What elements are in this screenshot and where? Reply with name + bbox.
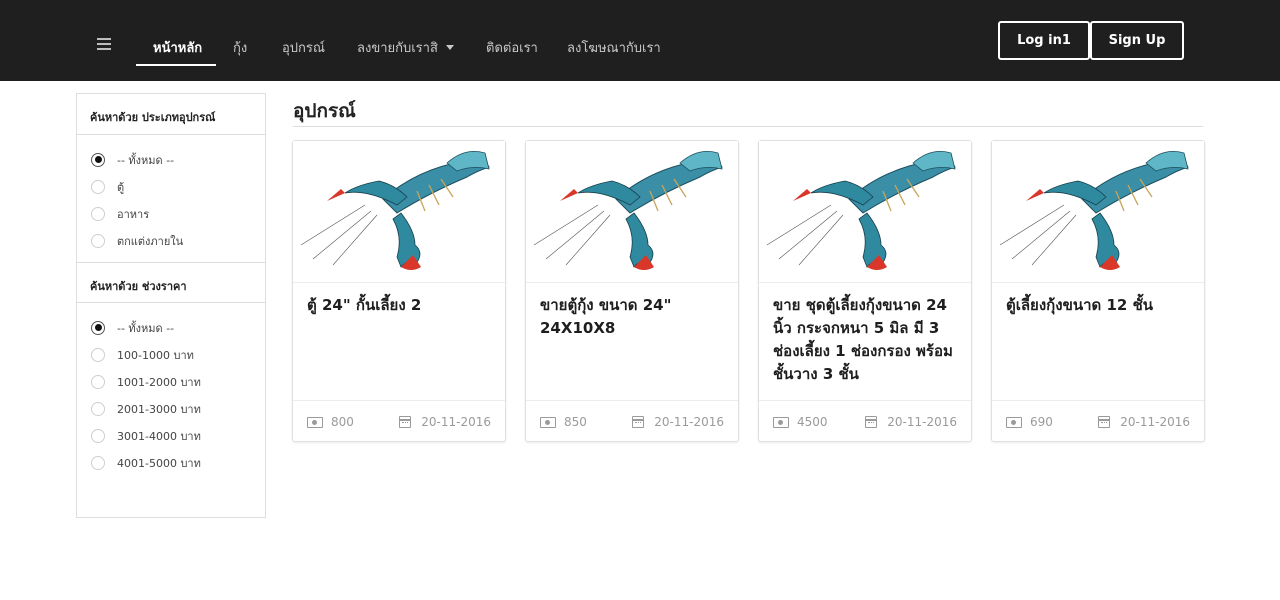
radio-button[interactable]	[91, 179, 105, 194]
price-option-3001-4000[interactable]: 3001-4000 บาท	[91, 422, 265, 449]
price-option-100-1000[interactable]: 100-1000 บาท	[91, 341, 265, 368]
card-footer: 800 20-11-2016	[293, 400, 505, 442]
nav-item-equipment[interactable]: อุปกรณ์	[282, 37, 325, 58]
post-date: 20-11-2016	[1098, 415, 1190, 429]
nav-item-home[interactable]: หน้าหลัก	[153, 37, 202, 58]
nav-item-contact[interactable]: ติดต่อเรา	[486, 37, 538, 58]
radio-button[interactable]	[91, 401, 105, 416]
product-card[interactable]: ขาย ชุดตู้เลี้ยงกุ้งขนาด 24 นิ้ว กระจกหน…	[758, 140, 972, 442]
price-filter-heading: ค้นหาด้วย ช่วงราคา	[77, 262, 265, 303]
radio-button[interactable]	[91, 374, 105, 389]
card-footer: 4500 20-11-2016	[759, 400, 971, 442]
radio-button[interactable]	[91, 455, 105, 470]
radio-label: ตกแต่งภายใน	[117, 234, 184, 248]
price: 800	[307, 415, 354, 429]
radio-button[interactable]	[91, 320, 105, 335]
type-option-all[interactable]: -- ทั้งหมด --	[91, 146, 265, 173]
radio-button[interactable]	[91, 152, 105, 167]
product-title[interactable]: ตู้เลี้ยงกุ้งขนาด 12 ชั้น	[1006, 294, 1192, 317]
signup-button[interactable]: Sign Up	[1090, 21, 1184, 60]
money-icon	[307, 416, 323, 428]
crayfish-image[interactable]	[992, 141, 1204, 283]
radio-button[interactable]	[91, 347, 105, 362]
post-date: 20-11-2016	[399, 415, 491, 429]
calendar-icon	[1098, 416, 1111, 428]
type-filter-options: -- ทั้งหมด -- ตู้ อาหาร ตกแต่งภายใน	[77, 135, 265, 262]
title-divider	[293, 126, 1203, 127]
type-option-decor[interactable]: ตกแต่งภายใน	[91, 227, 265, 254]
post-date: 20-11-2016	[865, 415, 957, 429]
chevron-down-icon	[445, 45, 454, 50]
post-date: 20-11-2016	[632, 415, 724, 429]
price: 850	[540, 415, 587, 429]
price-filter-options: -- ทั้งหมด -- 100-1000 บาท 1001-2000 บาท…	[77, 303, 265, 484]
filter-sidebar: ค้นหาด้วย ประเภทอุปกรณ์ -- ทั้งหมด -- ตู…	[76, 93, 266, 518]
card-footer: 690 20-11-2016	[992, 400, 1204, 442]
price-option-2001-3000[interactable]: 2001-3000 บาท	[91, 395, 265, 422]
money-icon	[773, 416, 789, 428]
login-button[interactable]: Log in1	[998, 21, 1090, 60]
crayfish-image[interactable]	[526, 141, 738, 283]
nav-item-advertise[interactable]: ลงโฆษณากับเรา	[567, 37, 661, 58]
radio-button[interactable]	[91, 233, 105, 248]
crayfish-image[interactable]	[759, 141, 971, 283]
radio-label: 1001-2000 บาท	[117, 375, 201, 389]
calendar-icon	[632, 416, 645, 428]
card-footer: 850 20-11-2016	[526, 400, 738, 442]
date-value: 20-11-2016	[421, 415, 491, 429]
price-option-1001-2000[interactable]: 1001-2000 บาท	[91, 368, 265, 395]
price-value: 690	[1030, 415, 1053, 429]
radio-button[interactable]	[91, 206, 105, 221]
price-value: 800	[331, 415, 354, 429]
type-option-tank[interactable]: ตู้	[91, 173, 265, 200]
money-icon	[1006, 416, 1022, 428]
nav-active-indicator	[136, 64, 216, 66]
money-icon	[540, 416, 556, 428]
page-title: อุปกรณ์	[293, 100, 356, 122]
product-card[interactable]: ตู้ 24" กั้นเลี้ยง 2 800 20-11-2016	[292, 140, 506, 442]
hamburger-icon[interactable]	[97, 38, 111, 50]
radio-label: ตู้	[117, 180, 125, 194]
crayfish-image[interactable]	[293, 141, 505, 283]
type-option-food[interactable]: อาหาร	[91, 200, 265, 227]
radio-label: อาหาร	[117, 207, 150, 221]
date-value: 20-11-2016	[887, 415, 957, 429]
date-value: 20-11-2016	[654, 415, 724, 429]
price-option-all[interactable]: -- ทั้งหมด --	[91, 314, 265, 341]
nav-item-sell-with-us[interactable]: ลงขายกับเราสิ	[357, 37, 454, 58]
price-value: 4500	[797, 415, 828, 429]
calendar-icon	[865, 416, 878, 428]
radio-label: -- ทั้งหมด --	[117, 153, 175, 167]
product-title[interactable]: ตู้ 24" กั้นเลี้ยง 2	[307, 294, 493, 317]
price-option-4001-5000[interactable]: 4001-5000 บาท	[91, 449, 265, 476]
product-title[interactable]: ขายตู้กุ้ง ขนาด 24" 24X10X8	[540, 294, 726, 340]
radio-label: 100-1000 บาท	[117, 348, 194, 362]
date-value: 20-11-2016	[1120, 415, 1190, 429]
top-navbar: หน้าหลัก กุ้ง อุปกรณ์ ลงขายกับเราสิ ติดต…	[0, 0, 1280, 81]
radio-label: -- ทั้งหมด --	[117, 321, 175, 335]
calendar-icon	[399, 416, 412, 428]
radio-label: 4001-5000 บาท	[117, 456, 201, 470]
product-card[interactable]: ตู้เลี้ยงกุ้งขนาด 12 ชั้น 690 20-11-2016	[991, 140, 1205, 442]
radio-button[interactable]	[91, 428, 105, 443]
product-card[interactable]: ขายตู้กุ้ง ขนาด 24" 24X10X8 850 20-11-20…	[525, 140, 739, 442]
radio-label: 3001-4000 บาท	[117, 429, 201, 443]
product-title[interactable]: ขาย ชุดตู้เลี้ยงกุ้งขนาด 24 นิ้ว กระจกหน…	[773, 294, 959, 386]
price: 690	[1006, 415, 1053, 429]
price-value: 850	[564, 415, 587, 429]
nav-item-sell-label: ลงขายกับเราสิ	[357, 41, 438, 56]
type-filter-heading: ค้นหาด้วย ประเภทอุปกรณ์	[77, 94, 265, 135]
radio-label: 2001-3000 บาท	[117, 402, 201, 416]
nav-item-shrimp[interactable]: กุ้ง	[233, 37, 247, 58]
price: 4500	[773, 415, 828, 429]
